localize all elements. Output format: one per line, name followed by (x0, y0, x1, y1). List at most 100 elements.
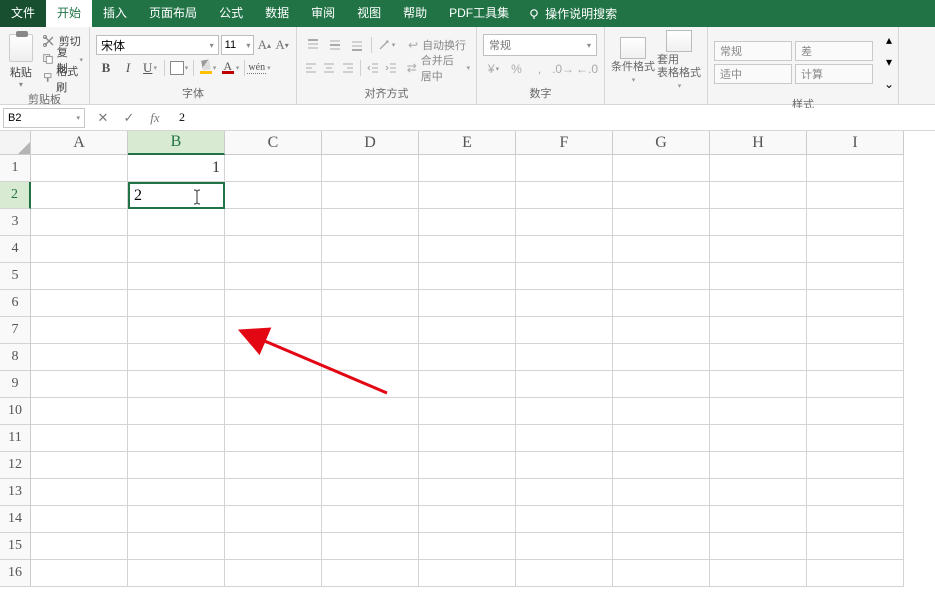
row-header[interactable]: 16 (0, 560, 31, 587)
cell[interactable] (322, 209, 419, 236)
cell[interactable] (225, 506, 322, 533)
cell[interactable] (710, 371, 807, 398)
cell[interactable] (516, 479, 613, 506)
cell-style-normal[interactable]: 常规 (714, 41, 792, 61)
cell[interactable] (225, 317, 322, 344)
cell[interactable] (322, 236, 419, 263)
cell[interactable] (322, 290, 419, 317)
font-size-combo[interactable]: 11 ▾ (221, 35, 255, 55)
cell[interactable] (419, 263, 516, 290)
cell[interactable] (613, 209, 710, 236)
cell[interactable] (710, 317, 807, 344)
format-as-table-button[interactable]: 套用 表格格式 ▾ (657, 30, 701, 93)
cell[interactable] (419, 371, 516, 398)
cell[interactable] (225, 479, 322, 506)
italic-button[interactable]: I (118, 58, 138, 78)
select-all-button[interactable] (0, 131, 31, 155)
cell[interactable] (710, 452, 807, 479)
row-header[interactable]: 5 (0, 263, 31, 290)
align-center-button[interactable] (321, 58, 337, 78)
cell[interactable] (225, 533, 322, 560)
column-header[interactable]: E (419, 131, 516, 155)
align-right-button[interactable] (340, 58, 356, 78)
cell[interactable] (419, 317, 516, 344)
cell[interactable] (807, 533, 904, 560)
cell[interactable] (807, 236, 904, 263)
cell[interactable] (225, 182, 322, 209)
cell[interactable] (710, 344, 807, 371)
comma-style-button[interactable]: , (529, 59, 550, 79)
menu-insert[interactable]: 插入 (92, 0, 138, 27)
cell[interactable] (807, 263, 904, 290)
align-left-button[interactable] (303, 58, 319, 78)
font-color-button[interactable]: A▾ (220, 58, 240, 78)
cell[interactable] (322, 533, 419, 560)
merge-center-button[interactable]: ⇄ 合并后居中 ▾ (407, 58, 470, 78)
align-top-button[interactable] (303, 35, 323, 55)
cell[interactable] (613, 371, 710, 398)
column-header[interactable]: G (613, 131, 710, 155)
cell[interactable] (419, 506, 516, 533)
cancel-edit-button[interactable]: ✕ (95, 110, 111, 126)
cell[interactable] (613, 560, 710, 587)
row-header[interactable]: 7 (0, 317, 31, 344)
row-header[interactable]: 15 (0, 533, 31, 560)
cell[interactable] (613, 506, 710, 533)
cell[interactable] (710, 209, 807, 236)
increase-decimal-button[interactable]: .0→ (552, 59, 574, 79)
cell[interactable] (31, 371, 128, 398)
row-header[interactable]: 12 (0, 452, 31, 479)
number-format-combo[interactable]: 常规 ▾ (483, 34, 597, 56)
cell[interactable] (31, 452, 128, 479)
menu-tell-me[interactable]: 操作说明搜索 (528, 5, 617, 22)
cell[interactable] (225, 398, 322, 425)
cell[interactable] (807, 290, 904, 317)
cell[interactable] (128, 290, 225, 317)
cell[interactable] (516, 398, 613, 425)
paste-button[interactable]: 粘贴 ▾ (6, 30, 36, 89)
cell-style-bad[interactable]: 差 (795, 41, 873, 61)
cell[interactable] (710, 425, 807, 452)
cell[interactable] (710, 155, 807, 182)
cell[interactable] (31, 479, 128, 506)
cell[interactable] (710, 263, 807, 290)
cell[interactable] (419, 479, 516, 506)
cell[interactable] (613, 452, 710, 479)
decrease-font-button[interactable]: A▾ (274, 36, 290, 54)
column-header[interactable]: D (322, 131, 419, 155)
menu-review[interactable]: 审阅 (300, 0, 346, 27)
cell[interactable] (322, 182, 419, 209)
cell-styles-more[interactable]: ⌄ (879, 74, 899, 94)
cell[interactable] (419, 398, 516, 425)
formula-input[interactable] (173, 108, 935, 128)
cell[interactable] (613, 479, 710, 506)
cell[interactable] (419, 344, 516, 371)
cell[interactable] (128, 371, 225, 398)
menu-view[interactable]: 视图 (346, 0, 392, 27)
column-header[interactable]: C (225, 131, 322, 155)
cell[interactable] (710, 182, 807, 209)
cell[interactable] (322, 452, 419, 479)
cell[interactable] (31, 236, 128, 263)
cell[interactable] (322, 560, 419, 587)
decrease-indent-button[interactable] (365, 58, 381, 78)
cell[interactable] (807, 317, 904, 344)
cell[interactable] (419, 209, 516, 236)
cell[interactable] (613, 344, 710, 371)
cell[interactable] (322, 317, 419, 344)
row-header[interactable]: 2 (0, 182, 31, 209)
cell[interactable] (807, 560, 904, 587)
cell[interactable] (516, 182, 613, 209)
cell[interactable] (613, 263, 710, 290)
cell[interactable] (128, 506, 225, 533)
menu-home[interactable]: 开始 (46, 0, 92, 27)
cell[interactable] (516, 344, 613, 371)
cell[interactable] (516, 452, 613, 479)
cell[interactable] (322, 479, 419, 506)
cell[interactable] (322, 344, 419, 371)
cell[interactable] (225, 452, 322, 479)
cell[interactable] (807, 425, 904, 452)
cell[interactable] (225, 371, 322, 398)
row-header[interactable]: 1 (0, 155, 31, 182)
cell[interactable] (710, 533, 807, 560)
